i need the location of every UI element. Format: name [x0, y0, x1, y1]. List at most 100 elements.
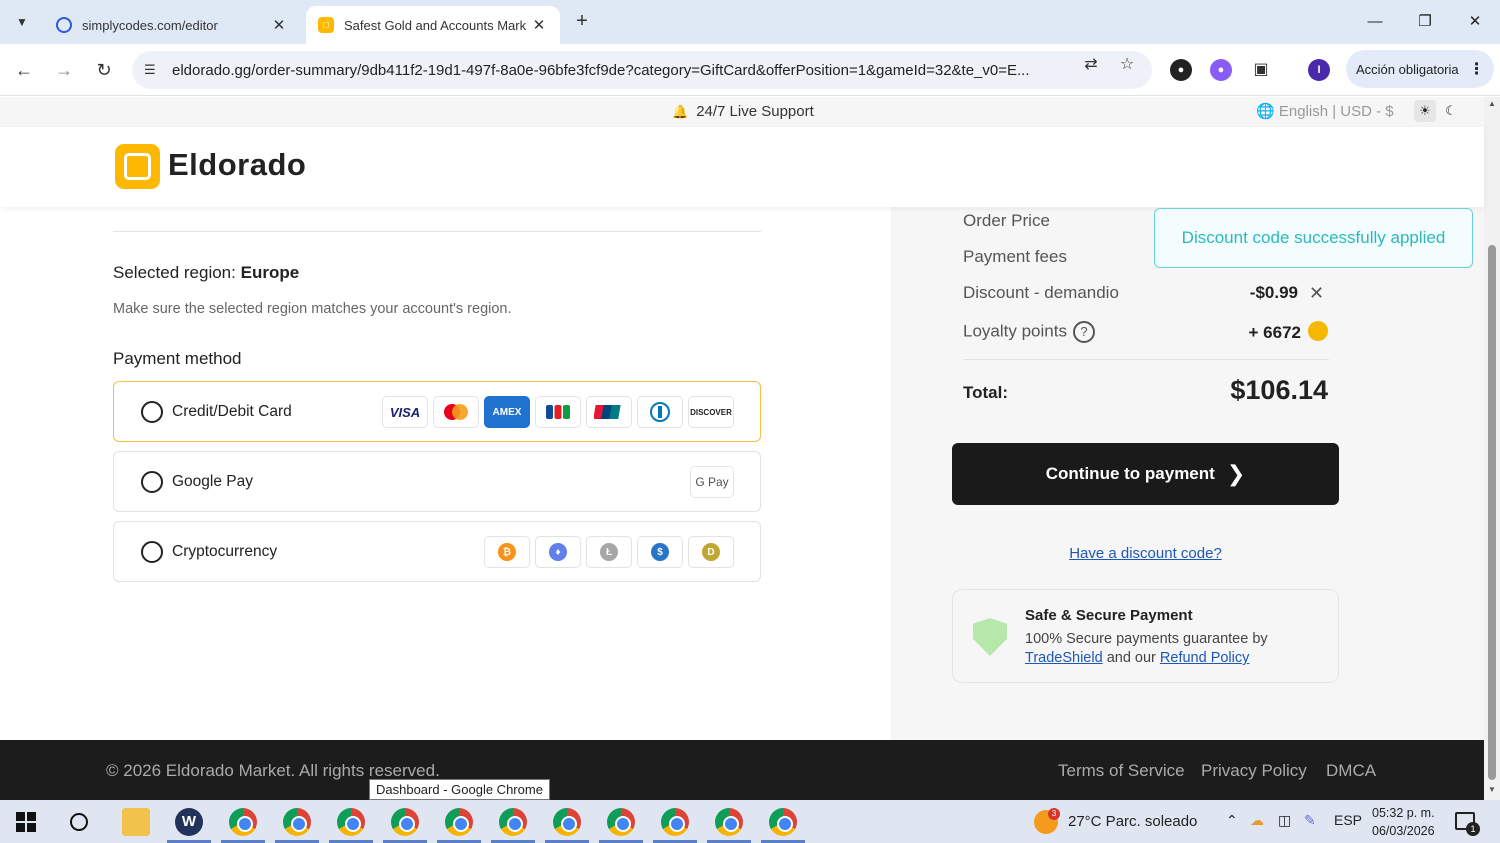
- chrome-profile-10-icon[interactable]: [715, 808, 743, 836]
- site-footer: © 2026 Eldorado Market. All rights reser…: [0, 740, 1484, 800]
- profile-action-button[interactable]: Acción obligatoria ⋮: [1346, 50, 1494, 88]
- file-explorer-icon[interactable]: [122, 808, 150, 836]
- system-clock[interactable]: 05:32 p. m. 06/03/2026: [1372, 804, 1435, 840]
- visa-icon: VISA: [382, 396, 428, 428]
- extension-shield-icon[interactable]: ●: [1170, 59, 1192, 81]
- profile-action-label: Acción obligatoria: [1356, 61, 1459, 77]
- amex-icon: AMEX: [484, 396, 530, 428]
- chrome-profile-6-icon[interactable]: [499, 808, 527, 836]
- copyright-text: © 2026 Eldorado Market. All rights reser…: [106, 761, 440, 780]
- page-scrollbar[interactable]: ▲ ▼: [1484, 97, 1500, 800]
- payment-method-title: Payment method: [113, 349, 242, 368]
- weather-text[interactable]: 27°C Parc. soleado: [1068, 813, 1197, 830]
- window-close-icon[interactable]: ✕: [1460, 8, 1490, 36]
- chrome-profile-4-icon[interactable]: [391, 808, 419, 836]
- total-value: $106.14: [1230, 375, 1328, 405]
- chrome-profile-5-icon[interactable]: [445, 808, 473, 836]
- discount-label: Discount - demandio: [963, 283, 1119, 302]
- reload-icon[interactable]: ↻: [90, 56, 118, 84]
- light-theme-sun-icon[interactable]: ☀: [1414, 100, 1436, 122]
- new-tab-plus-icon[interactable]: +: [570, 10, 594, 34]
- scroll-down-icon[interactable]: ▼: [1487, 785, 1497, 794]
- chrome-profile-2-icon[interactable]: [283, 808, 311, 836]
- extension-purple-icon[interactable]: ●: [1210, 59, 1232, 81]
- back-arrow-icon[interactable]: ←: [10, 56, 38, 84]
- have-discount-code-link[interactable]: Have a discount code?: [952, 545, 1339, 562]
- radio-button[interactable]: [141, 471, 163, 493]
- order-price-label: Order Price: [963, 211, 1050, 230]
- tradeshield-link[interactable]: TradeShield: [1025, 650, 1103, 666]
- w-app-icon[interactable]: W: [175, 808, 203, 836]
- pen-icon[interactable]: ✎: [1304, 812, 1316, 829]
- clock-date: 06/03/2026: [1372, 824, 1435, 838]
- translate-icon[interactable]: ⇄: [1080, 54, 1102, 76]
- chrome-profile-1-icon[interactable]: [229, 808, 257, 836]
- chrome-profile-3-icon[interactable]: [337, 808, 365, 836]
- profile-avatar[interactable]: I: [1308, 59, 1330, 81]
- tab-eldorado[interactable]: □ Safest Gold and Accounts Mark ✕: [306, 6, 560, 44]
- restore-icon[interactable]: ❐: [1410, 8, 1440, 36]
- address-bar[interactable]: ☰ eldorado.gg/order-summary/9db411f2-19d…: [132, 51, 1152, 89]
- minimize-icon[interactable]: —: [1360, 8, 1390, 36]
- brand-name[interactable]: Eldorado: [168, 147, 306, 183]
- radio-button[interactable]: [141, 401, 163, 423]
- privacy-policy-link[interactable]: Privacy Policy: [1201, 761, 1307, 781]
- and-our-text: and our: [1106, 650, 1156, 666]
- mastercard-icon: [433, 396, 479, 428]
- windows-taskbar: W 3 27°C Parc. soleado ⌃ ☁ ◫ ✎ ESP 05:32…: [0, 800, 1500, 843]
- continue-to-payment-button[interactable]: Continue to payment ❯: [952, 443, 1339, 505]
- eldorado-logo-icon[interactable]: [115, 144, 160, 189]
- live-support-link[interactable]: 🔔 24/7 Live Support: [672, 103, 814, 120]
- extensions-puzzle-icon[interactable]: ▣: [1250, 59, 1272, 81]
- region-value: Europe: [240, 263, 300, 282]
- diners-club-icon: [637, 396, 683, 428]
- litecoin-icon: Ł: [586, 536, 632, 568]
- dmca-link[interactable]: DMCA: [1326, 761, 1376, 781]
- tab-close-icon[interactable]: ✕: [270, 16, 288, 34]
- forward-arrow-icon[interactable]: →: [50, 56, 78, 84]
- browser-toolbar: ← → ↻ ☰ eldorado.gg/order-summary/9db411…: [0, 44, 1500, 96]
- chrome-profile-11-icon[interactable]: [769, 808, 797, 836]
- site-settings-icon[interactable]: ☰: [144, 62, 162, 78]
- dark-theme-moon-icon[interactable]: ☾: [1440, 100, 1462, 122]
- payment-option-card[interactable]: Credit/Debit Card VISA AMEX DISCOVER: [113, 381, 761, 442]
- chrome-profile-9-icon[interactable]: [661, 808, 689, 836]
- jcb-icon: [535, 396, 581, 428]
- loyalty-coin-icon: [1308, 321, 1328, 341]
- help-question-icon[interactable]: ?: [1072, 321, 1095, 343]
- continue-label: Continue to payment: [1045, 464, 1215, 483]
- chrome-profile-8-icon[interactable]: [607, 808, 635, 836]
- secure-payment-box: Safe & Secure Payment 100% Secure paymen…: [952, 589, 1339, 683]
- language-currency-selector[interactable]: 🌐 English | USD - $: [1256, 102, 1394, 120]
- terms-of-service-link[interactable]: Terms of Service: [1058, 761, 1185, 781]
- loyalty-points-row: Loyalty points?: [963, 321, 1095, 343]
- remove-discount-close-icon[interactable]: ✕: [1309, 283, 1324, 304]
- tab-close-icon[interactable]: ✕: [530, 16, 548, 34]
- radio-button[interactable]: [141, 541, 163, 563]
- url-text: eldorado.gg/order-summary/9db411f2-19d1-…: [172, 61, 1030, 79]
- total-label: Total:: [963, 383, 1009, 402]
- browser-menu-dots-icon[interactable]: ⋮: [1469, 59, 1485, 79]
- input-language[interactable]: ESP: [1334, 812, 1362, 828]
- ethereum-icon: ♦: [535, 536, 581, 568]
- taskbar-search-icon[interactable]: [70, 813, 88, 831]
- tab-search-chevron-icon[interactable]: ▼: [8, 8, 36, 36]
- payment-option-google-pay[interactable]: Google Pay G Pay: [113, 451, 761, 512]
- tab-simplycodes[interactable]: simplycodes.com/editor ✕: [44, 6, 300, 44]
- scroll-thumb[interactable]: [1488, 245, 1496, 780]
- simplycodes-favicon-icon: [56, 17, 72, 33]
- windows-start-icon[interactable]: [16, 812, 36, 832]
- onedrive-cloud-icon[interactable]: ☁: [1250, 812, 1264, 829]
- bitcoin-icon: ₿: [484, 536, 530, 568]
- refund-policy-link[interactable]: Refund Policy: [1160, 650, 1249, 666]
- chrome-profile-7-icon[interactable]: [553, 808, 581, 836]
- language-currency-label: English | USD - $: [1278, 103, 1394, 120]
- clock-time: 05:32 p. m.: [1372, 806, 1435, 820]
- network-icon[interactable]: ◫: [1278, 812, 1291, 829]
- shield-check-icon: [973, 618, 1007, 656]
- scroll-up-icon[interactable]: ▲: [1487, 99, 1497, 108]
- notifications-count: 1: [1466, 822, 1480, 836]
- payment-option-crypto[interactable]: Cryptocurrency ₿ ♦ Ł $ D: [113, 521, 761, 582]
- bookmark-star-icon[interactable]: ☆: [1116, 54, 1138, 76]
- tray-expand-chevron-icon[interactable]: ⌃: [1226, 812, 1238, 829]
